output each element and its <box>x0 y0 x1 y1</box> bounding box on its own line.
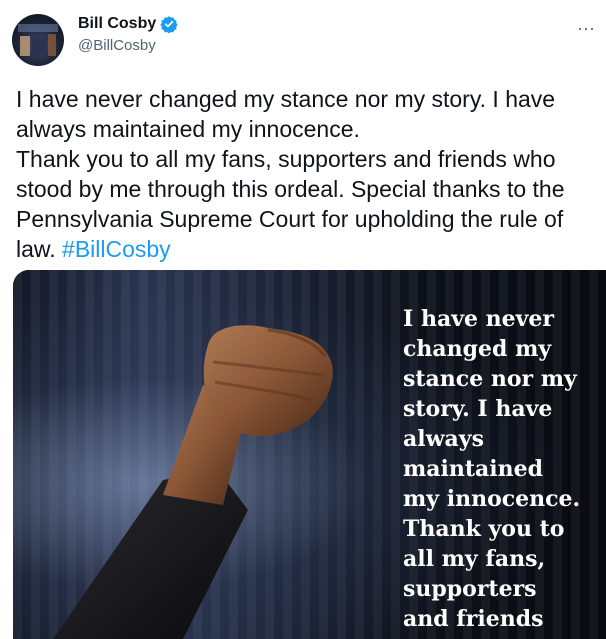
image-overlay-text: I have never changed my stance nor my st… <box>403 306 581 632</box>
author-avatar[interactable] <box>12 14 64 66</box>
more-options-icon[interactable]: ··· <box>574 19 598 38</box>
tweet-line-2: Thank you to all my fans, supporters and… <box>16 144 596 264</box>
avatar-image <box>18 24 58 56</box>
author-info: Bill Cosby @BillCosby <box>78 14 178 56</box>
tweet-media-image[interactable]: I have never changed my stance nor my st… <box>13 270 606 639</box>
author-name[interactable]: Bill Cosby <box>78 14 178 34</box>
tweet-card: Bill Cosby @BillCosby ··· I have never c… <box>0 0 606 639</box>
author-handle[interactable]: @BillCosby <box>78 36 178 56</box>
hashtag-link[interactable]: #BillCosby <box>62 236 171 262</box>
tweet-line-1: I have never changed my stance nor my st… <box>16 86 556 142</box>
tweet-text: I have never changed my stance nor my st… <box>16 84 596 264</box>
verified-badge-icon <box>160 16 178 33</box>
author-display-name[interactable]: Bill Cosby <box>78 14 156 34</box>
